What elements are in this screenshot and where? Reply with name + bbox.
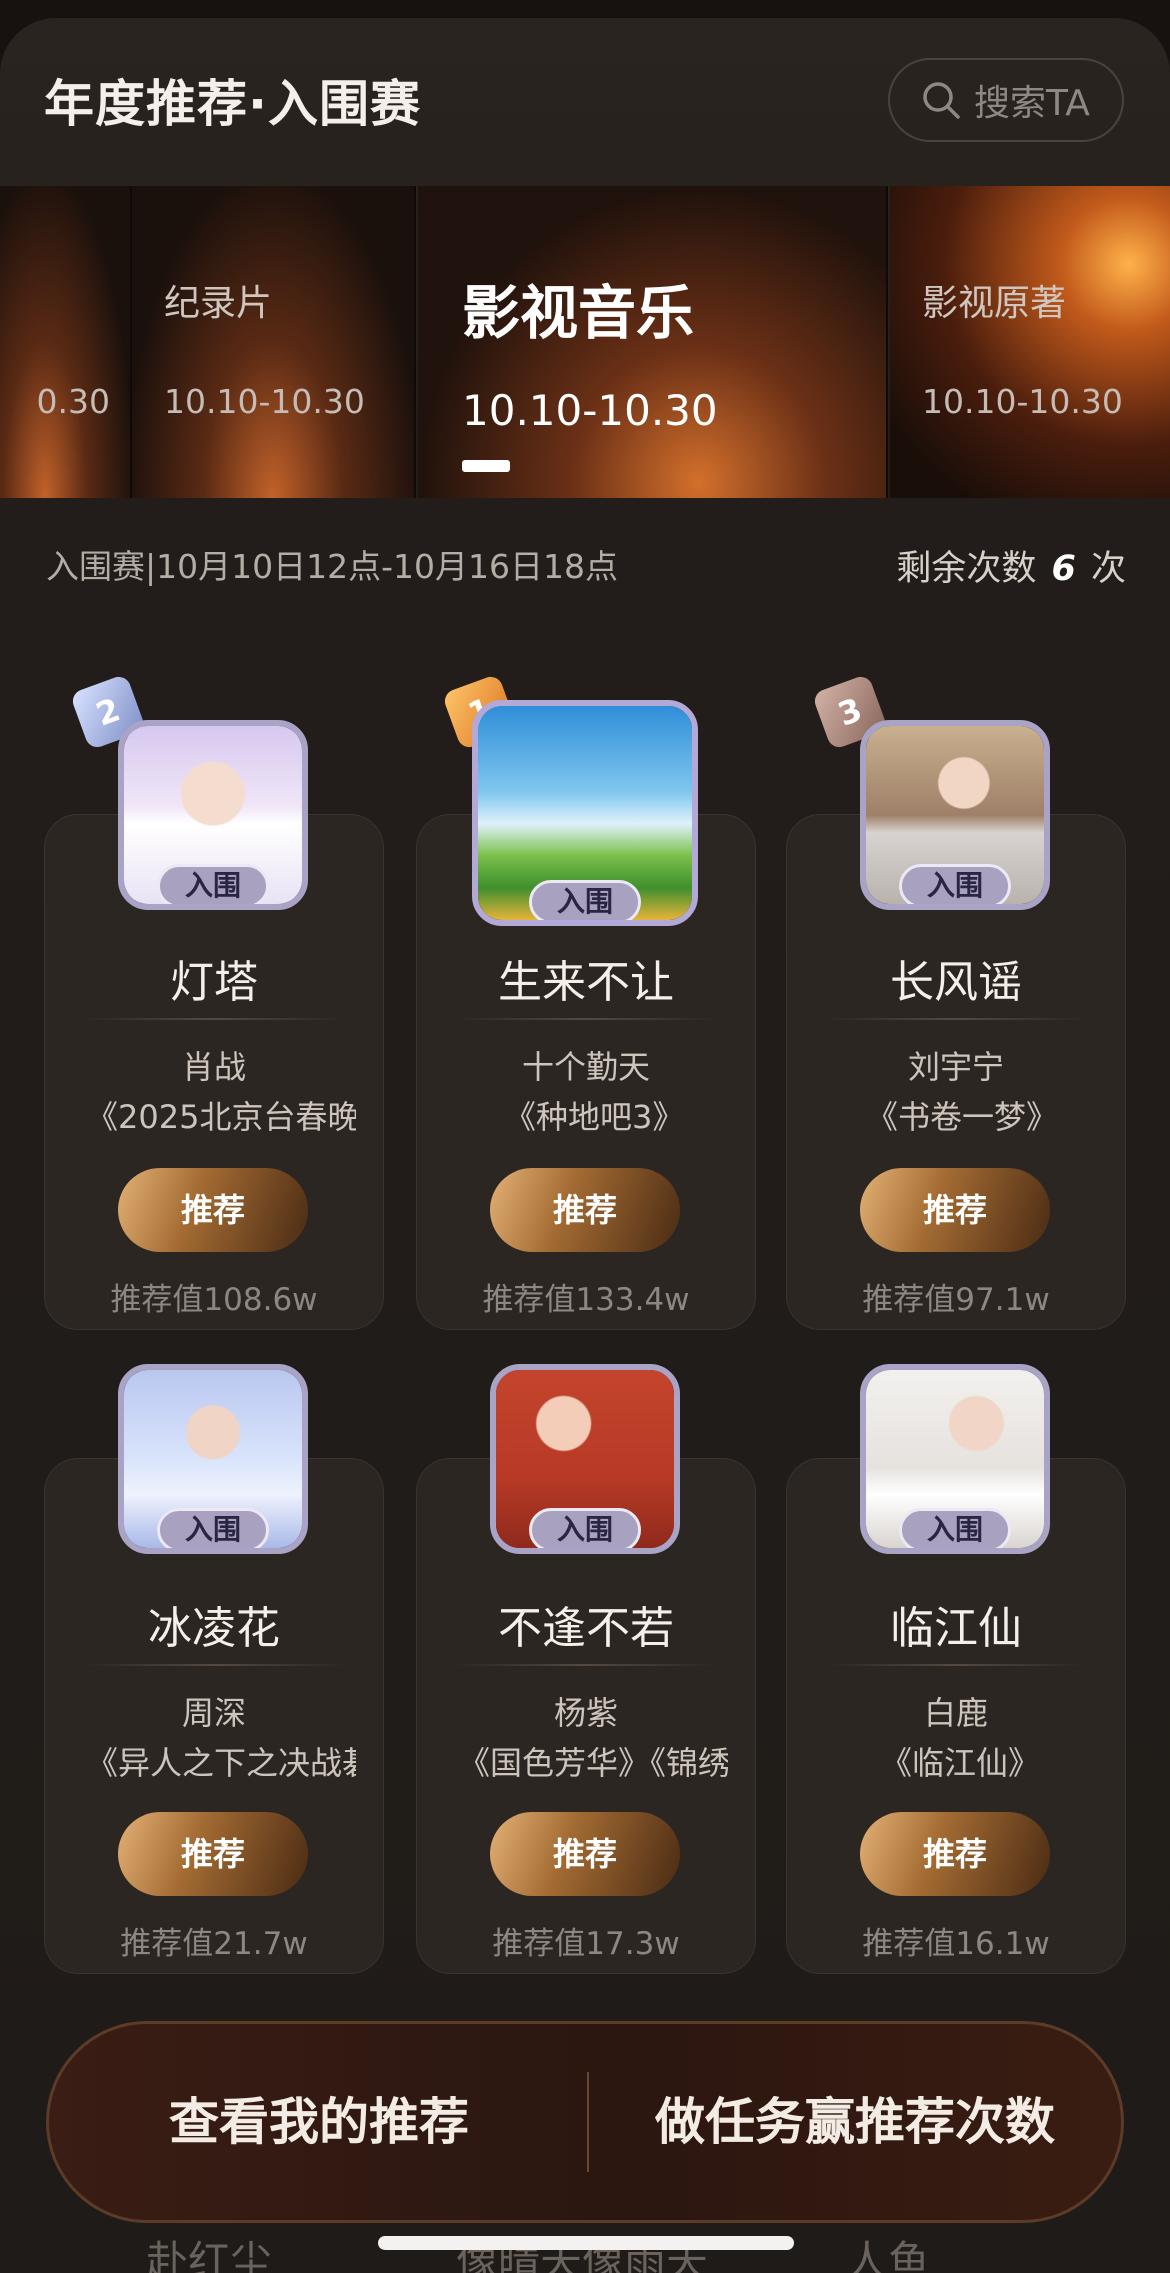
artist-name: 杨紫: [553, 1694, 618, 1732]
shortlist-tag: 入围: [529, 1508, 641, 1548]
show-name: 《国色芳华》《锦绣: [458, 1744, 728, 1782]
divider: [826, 1018, 1086, 1020]
divider: [84, 1664, 344, 1666]
song-title: 不逢不若: [498, 1603, 674, 1654]
main-sheet: 年度推荐·入围赛 搜索TA 0.30 纪录片 10.10-10.30 影视音乐 …: [0, 18, 1170, 2273]
tab-prev[interactable]: 0.30: [0, 186, 132, 498]
recommend-button[interactable]: 推荐: [118, 1168, 308, 1252]
shortlist-tag: 入围: [899, 864, 1011, 904]
tab-documentary[interactable]: 纪录片 10.10-10.30: [132, 186, 416, 498]
song-cover[interactable]: 入围: [860, 720, 1050, 910]
divider: [456, 1018, 716, 1020]
recommend-score: 推荐值21.7w: [120, 1926, 308, 1962]
tab-label: 纪录片: [164, 283, 273, 324]
bottom-action-bar: 查看我的推荐 做任务赢推荐次数: [46, 2021, 1124, 2223]
artist-name: 白鹿: [923, 1694, 988, 1732]
header: 年度推荐·入围赛 搜索TA: [0, 18, 1170, 186]
song-title: 临江仙: [890, 1603, 1022, 1654]
show-name: 《异人之下之决战碁: [86, 1744, 356, 1782]
tasks-button[interactable]: 做任务赢推荐次数: [589, 2024, 1121, 2220]
remaining-count: 剩余次数 6 次: [896, 540, 1126, 591]
shortlist-tag: 入围: [529, 880, 641, 920]
recommend-button[interactable]: 推荐: [118, 1812, 308, 1896]
shortlist-tag: 入围: [157, 864, 269, 904]
song-title: 冰凌花: [148, 1603, 280, 1654]
next-row-song-title: 像晴天像雨天: [456, 2237, 709, 2273]
divider: [826, 1664, 1086, 1666]
recommend-button[interactable]: 推荐: [860, 1812, 1050, 1896]
recommend-score: 推荐值17.3w: [492, 1926, 680, 1962]
recommend-button[interactable]: 推荐: [860, 1168, 1050, 1252]
search-icon: [923, 82, 960, 119]
page-title: 年度推荐·入围赛: [44, 75, 421, 133]
tab-film-music[interactable]: 影视音乐 10.10-10.30: [418, 186, 888, 498]
recommend-score: 推荐值16.1w: [862, 1926, 1050, 1962]
artist-name: 刘宇宁: [907, 1048, 1004, 1086]
song-title: 生来不让: [498, 957, 674, 1008]
recommend-button[interactable]: 推荐: [490, 1168, 680, 1252]
song-cover[interactable]: 入围: [118, 1364, 308, 1554]
recommend-score: 推荐值133.4w: [482, 1282, 690, 1318]
my-recommendations-button[interactable]: 查看我的推荐: [49, 2024, 589, 2220]
show-name: 《2025北京台春晚: [86, 1098, 356, 1136]
song-cover[interactable]: 入围: [472, 700, 698, 926]
tab-date: 10.10-10.30: [164, 382, 365, 421]
show-name: 《书卷一梦》: [866, 1098, 1059, 1136]
divider: [456, 1664, 716, 1666]
tab-active-indicator: [462, 460, 510, 472]
artist-name: 十个勤天: [521, 1048, 650, 1086]
show-name: 《临江仙》: [880, 1744, 1041, 1782]
tab-date: 10.10-10.30: [922, 382, 1123, 421]
tab-original-works[interactable]: 影视原著 10.10-10.30: [890, 186, 1170, 498]
tab-date: 0.30: [36, 382, 110, 421]
song-cover[interactable]: 入围: [860, 1364, 1050, 1554]
artist-name: 肖战: [181, 1048, 246, 1086]
tab-label: 影视原著: [922, 283, 1067, 324]
remaining-suffix: 次: [1090, 549, 1126, 589]
show-name: 《种地吧3》: [504, 1098, 685, 1136]
song-title: 灯塔: [170, 957, 258, 1008]
recommend-button[interactable]: 推荐: [490, 1812, 680, 1896]
remaining-prefix: 剩余次数: [896, 549, 1037, 589]
tab-label: 影视音乐: [462, 279, 695, 347]
search-placeholder: 搜索TA: [974, 83, 1090, 124]
song-title: 长风谣: [890, 957, 1022, 1008]
next-row-song-title: 赴红尘: [146, 2237, 273, 2273]
recommend-score: 推荐值108.6w: [110, 1282, 318, 1318]
divider: [84, 1018, 344, 1020]
category-tabs: 0.30 纪录片 10.10-10.30 影视音乐 10.10-10.30 影视…: [0, 186, 1170, 498]
search-button[interactable]: 搜索TA: [888, 58, 1124, 142]
tab-date: 10.10-10.30: [462, 386, 718, 435]
song-cover[interactable]: 入围: [490, 1364, 680, 1554]
recommend-score: 推荐值97.1w: [862, 1282, 1050, 1318]
remaining-number: 6: [1051, 549, 1076, 589]
shortlist-tag: 入围: [157, 1508, 269, 1548]
home-indicator[interactable]: [378, 2236, 794, 2250]
next-row-song-title: 人鱼: [846, 2237, 931, 2273]
shortlist-tag: 入围: [899, 1508, 1011, 1548]
artist-name: 周深: [181, 1694, 246, 1732]
round-info: 入围赛|10月10日12点-10月16日18点: [46, 547, 618, 586]
song-cover[interactable]: 入围: [118, 720, 308, 910]
